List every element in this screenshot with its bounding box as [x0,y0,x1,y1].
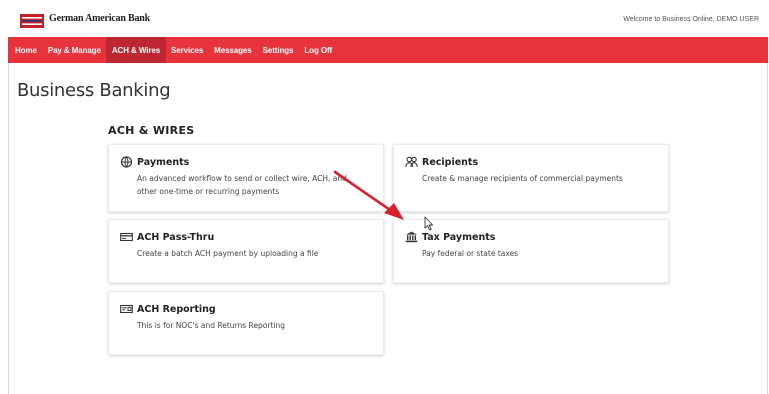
nav-services[interactable]: Services [166,37,209,63]
ach-pass-thru-card[interactable]: ACH Pass-Thru Create a batch ACH payment… [108,219,384,283]
nav-log-off[interactable]: Log Off [299,37,338,63]
ach-reporting-title: ACH Reporting [137,304,216,315]
section-title: ACH & WIRES [108,124,195,137]
recipients-description: Create & manage recipients of commercial… [422,174,623,183]
ach-reporting-description: This is for NOC's and Returns Reporting [137,321,286,330]
ach-pass-thru-description: Create a batch ACH payment by uploading … [137,249,319,258]
nav-home[interactable]: Home [8,37,42,63]
bank-logo-icon [20,14,44,28]
ach-reporting-card[interactable]: ACH Reporting This is for NOC's and Retu… [108,291,384,355]
recipients-title: Recipients [422,157,479,168]
government-building-icon [405,231,418,243]
card-report-icon [120,304,133,314]
payments-desc-line-2: other one-time or recurring payments [137,187,280,196]
page-title: Business Banking [17,80,171,101]
tax-payments-description: Pay federal or state taxes [422,249,519,258]
bank-name[interactable]: German American Bank [49,13,150,24]
payments-title: Payments [137,157,190,168]
people-icon [405,156,418,168]
ach-pass-thru-title: ACH Pass-Thru [137,232,215,243]
welcome-message: Welcome to Business Online, DEMO USER [623,16,759,23]
nav-pay-manage[interactable]: Pay & Manage [42,37,106,63]
recipients-card[interactable]: Recipients Create & manage recipients of… [393,144,669,212]
tax-payments-title: Tax Payments [422,232,496,243]
payments-description: An advanced workflow to send or collect … [137,172,347,198]
header-bar: German American Bank Welcome to Business… [8,2,768,37]
card-upload-icon [120,232,133,242]
nav-ach-wires[interactable]: ACH & Wires [106,37,166,63]
payments-desc-line-1: An advanced workflow to send or collect … [137,174,347,183]
nav-messages[interactable]: Messages [209,37,257,63]
mouse-cursor-icon [424,216,434,231]
nav-settings[interactable]: Settings [257,37,299,63]
main-nav: Home Pay & Manage ACH & Wires Services M… [8,37,768,63]
payments-card[interactable]: Payments An advanced workflow to send or… [108,144,384,212]
globe-money-icon [120,156,133,168]
tax-payments-card[interactable]: Tax Payments Pay federal or state taxes [393,219,669,283]
